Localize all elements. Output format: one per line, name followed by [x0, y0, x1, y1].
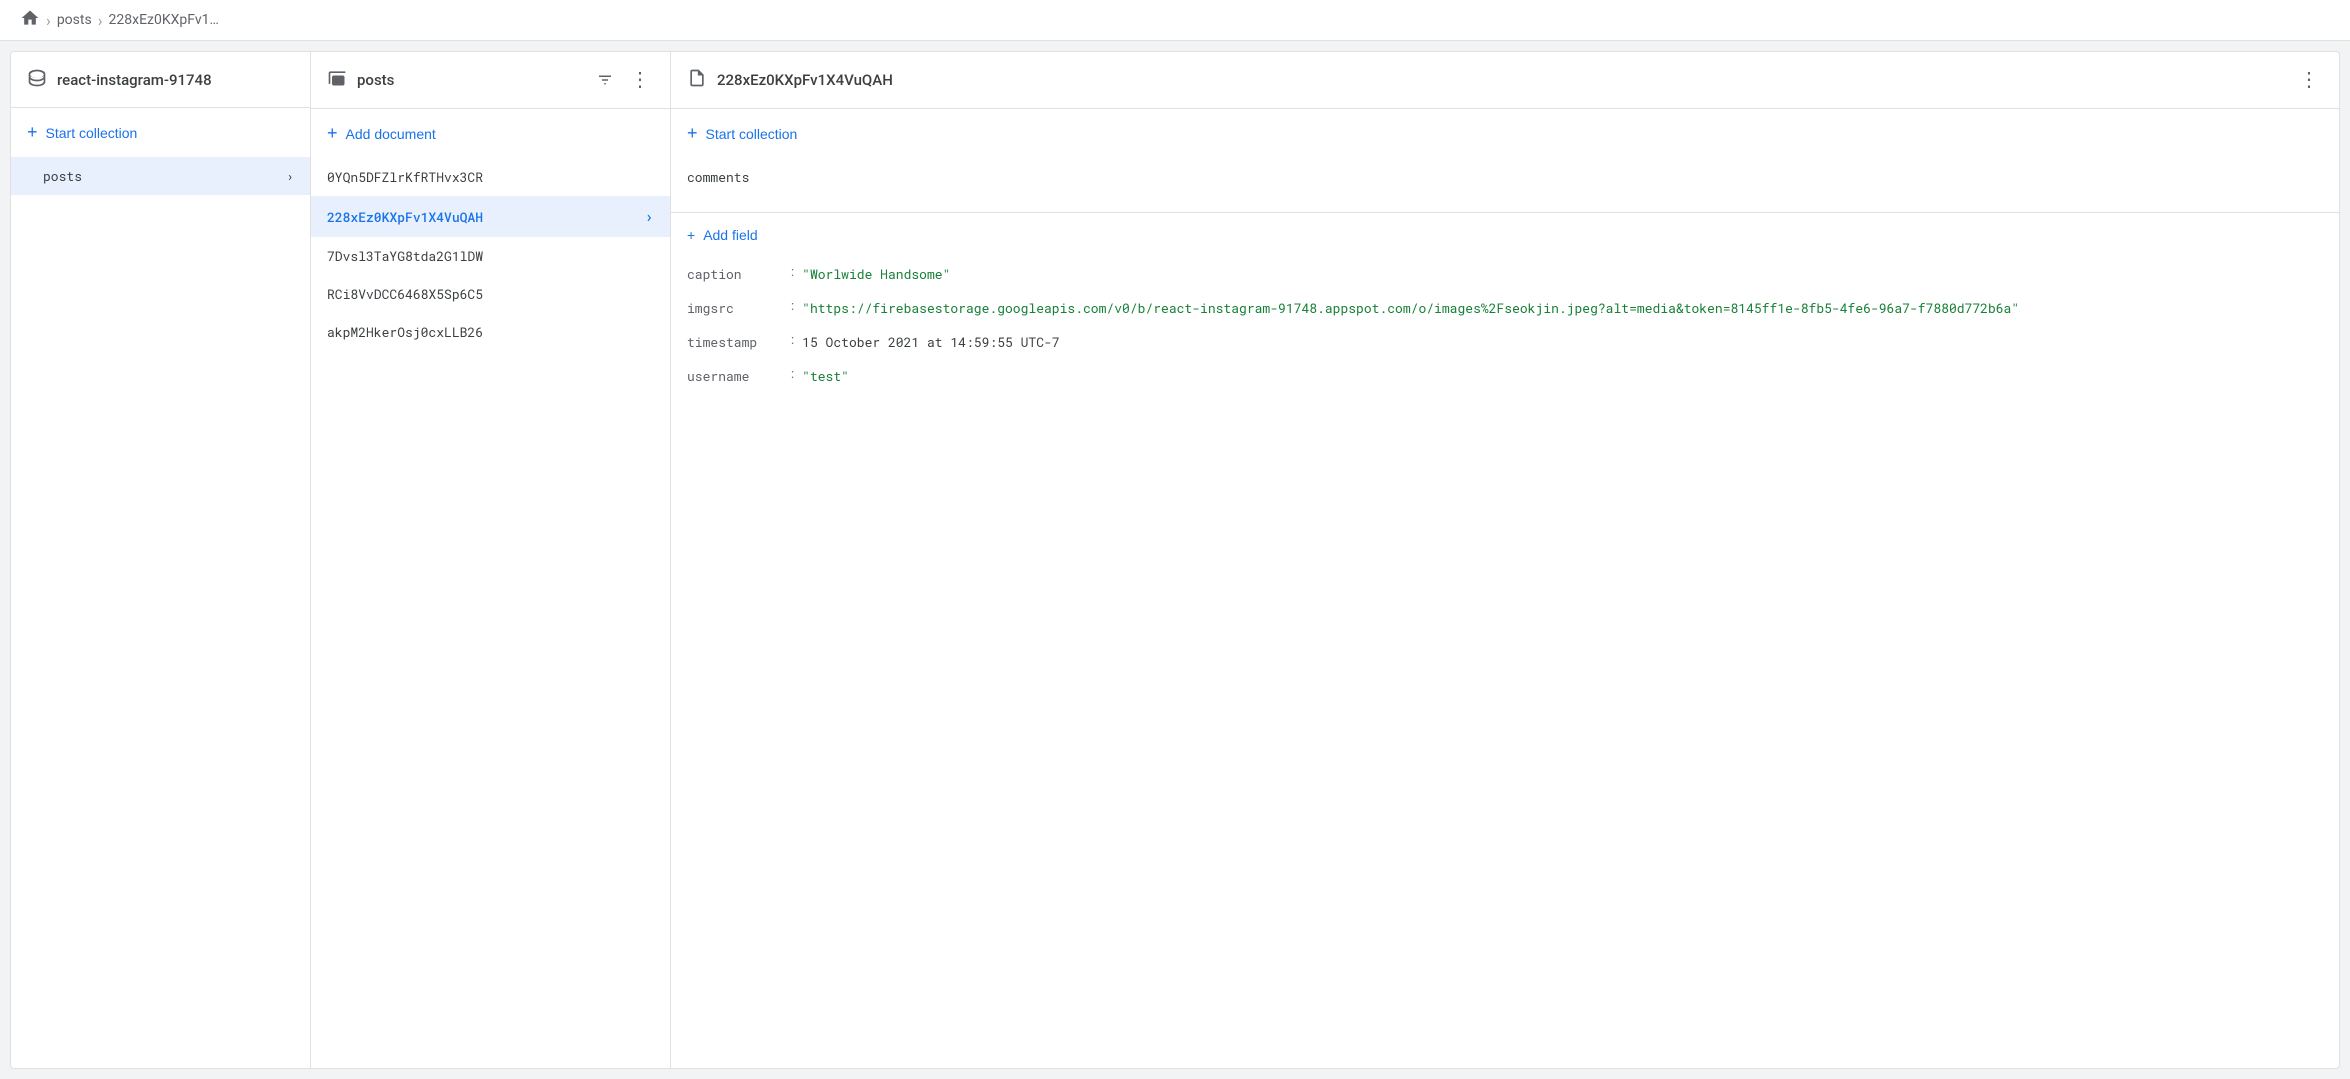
right-start-collection-button[interactable]: + Start collection: [671, 109, 2339, 158]
field-username: username : "test": [671, 359, 2339, 393]
field-caption-colon: :: [791, 265, 794, 280]
breadcrumb-sep-2: ›: [98, 11, 103, 30]
collection-item-posts-label: posts: [43, 167, 82, 185]
fields-section: + Add field caption : "Worlwide Handsome…: [671, 213, 2339, 393]
field-imgsrc-colon: :: [791, 299, 794, 314]
subcollection-comments[interactable]: comments: [671, 158, 2339, 196]
right-start-collection-label: Start collection: [706, 126, 798, 142]
document-item-4[interactable]: akpM2HkerOsj0cxLLB26: [311, 313, 670, 351]
middle-panel-header-left: posts: [327, 68, 394, 92]
breadcrumb-posts[interactable]: posts: [57, 12, 92, 28]
field-imgsrc-key: imgsrc: [687, 299, 787, 317]
right-panel-body: + Start collection comments + Add field …: [671, 109, 2339, 1068]
breadcrumb: › posts › 228xEz0KXpFv1…: [20, 8, 219, 32]
document-item-0-label: 0YQn5DFZlrKfRTHvx3CR: [327, 168, 483, 186]
add-document-plus-icon: +: [327, 123, 338, 144]
document-item-1[interactable]: 228xEz0KXpFv1X4VuQAH ›: [311, 196, 670, 237]
field-username-key: username: [687, 367, 787, 385]
right-panel-icons: ⋮: [2295, 66, 2323, 94]
start-collection-label: Start collection: [46, 125, 138, 141]
database-icon: [27, 68, 47, 92]
right-start-collection-plus-icon: +: [687, 123, 698, 144]
right-panel-three-dots-icon: ⋮: [2299, 70, 2319, 90]
document-item-2[interactable]: 7Dvsl3TaYG8tda2G1lDW: [311, 237, 670, 275]
document-item-3-label: RCi8VvDCC6468X5Sp6C5: [327, 285, 483, 303]
right-panel-header-left: 228xEz0KXpFv1X4VuQAH: [687, 68, 893, 92]
field-timestamp-colon: :: [791, 333, 794, 348]
add-document-button[interactable]: + Add document: [311, 109, 670, 158]
middle-panel-more-button[interactable]: ⋮: [626, 66, 654, 94]
subcollections-section: + Start collection comments: [671, 109, 2339, 213]
field-imgsrc: imgsrc : "https://firebasestorage.google…: [671, 291, 2339, 325]
right-panel: 228xEz0KXpFv1X4VuQAH ⋮ + Start collectio…: [671, 52, 2339, 1068]
middle-panel-body: + Add document 0YQn5DFZlrKfRTHvx3CR 228x…: [311, 109, 670, 1068]
field-username-value: "test": [802, 367, 849, 385]
filter-button[interactable]: [592, 67, 618, 93]
add-document-label: Add document: [346, 126, 436, 142]
field-username-colon: :: [791, 367, 794, 382]
document-item-2-label: 7Dvsl3TaYG8tda2G1lDW: [327, 247, 483, 265]
middle-panel-title: posts: [357, 71, 394, 89]
add-field-plus-icon: +: [687, 227, 695, 243]
right-panel-more-button[interactable]: ⋮: [2295, 66, 2323, 94]
collection-item-posts[interactable]: posts ›: [11, 157, 310, 195]
right-panel-header: 228xEz0KXpFv1X4VuQAH ⋮: [671, 52, 2339, 109]
collection-item-posts-chevron: ›: [286, 167, 294, 185]
middle-panel-three-dots-icon: ⋮: [630, 70, 650, 90]
document-item-4-label: akpM2HkerOsj0cxLLB26: [327, 323, 483, 341]
field-timestamp: timestamp : 15 October 2021 at 14:59:55 …: [671, 325, 2339, 359]
breadcrumb-doc[interactable]: 228xEz0KXpFv1…: [109, 12, 219, 28]
home-icon[interactable]: [20, 8, 40, 32]
document-icon: [687, 68, 707, 92]
add-field-button[interactable]: + Add field: [671, 213, 2339, 257]
field-timestamp-value: 15 October 2021 at 14:59:55 UTC-7: [802, 333, 1059, 351]
field-caption: caption : "Worlwide Handsome": [671, 257, 2339, 291]
field-caption-value: "Worlwide Handsome": [802, 265, 950, 283]
document-item-3[interactable]: RCi8VvDCC6468X5Sp6C5: [311, 275, 670, 313]
field-caption-key: caption: [687, 265, 787, 283]
breadcrumb-sep-1: ›: [46, 11, 51, 30]
start-collection-button[interactable]: + Start collection: [11, 108, 310, 157]
document-item-1-label: 228xEz0KXpFv1X4VuQAH: [327, 208, 483, 226]
middle-panel: posts ⋮ + Add document 0YQn5DFZlrKfRTHvx…: [311, 52, 671, 1068]
right-panel-title: 228xEz0KXpFv1X4VuQAH: [717, 71, 893, 89]
start-collection-plus-icon: +: [27, 122, 38, 143]
collection-icon: [327, 68, 347, 92]
add-field-label: Add field: [703, 227, 757, 243]
left-panel-header: react-instagram-91748: [11, 52, 310, 108]
field-imgsrc-value: "https://firebasestorage.googleapis.com/…: [802, 299, 2019, 317]
left-panel: react-instagram-91748 + Start collection…: [11, 52, 311, 1068]
left-panel-header-left: react-instagram-91748: [27, 68, 212, 92]
field-timestamp-key: timestamp: [687, 333, 787, 351]
left-panel-title: react-instagram-91748: [57, 71, 212, 89]
main-content: react-instagram-91748 + Start collection…: [10, 51, 2340, 1069]
middle-panel-header: posts ⋮: [311, 52, 670, 109]
document-item-0[interactable]: 0YQn5DFZlrKfRTHvx3CR: [311, 158, 670, 196]
left-panel-body: + Start collection posts ›: [11, 108, 310, 1068]
breadcrumb-bar: › posts › 228xEz0KXpFv1…: [0, 0, 2350, 41]
middle-panel-icons: ⋮: [592, 66, 654, 94]
document-item-1-chevron: ›: [644, 206, 654, 227]
subcollection-comments-label: comments: [687, 168, 749, 186]
